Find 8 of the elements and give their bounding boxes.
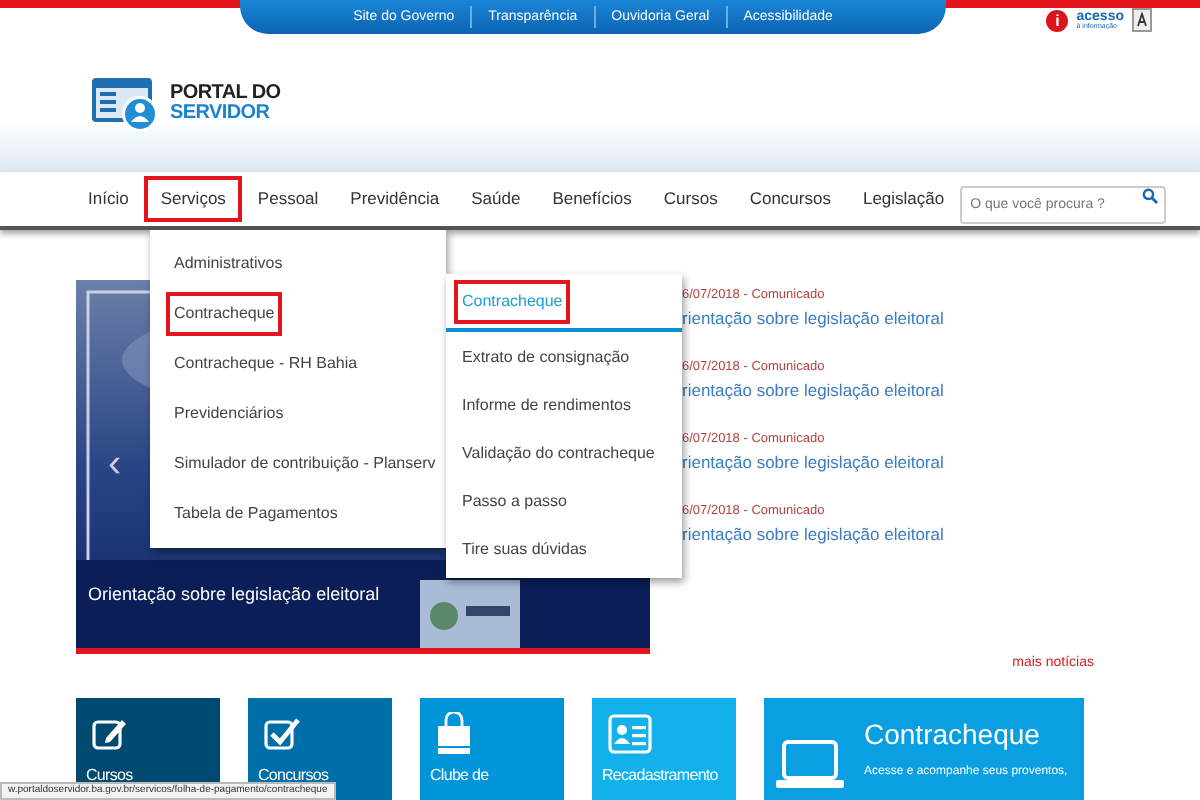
info-mark: i [1046, 9, 1069, 31]
tile-title: Concursos [258, 764, 331, 784]
tile-title: Recadastramento [602, 764, 720, 788]
logo-title: PORTAL DO [170, 84, 281, 104]
logo-title: SERVIDOR [170, 104, 272, 124]
tile-title: Contracheque [864, 716, 1042, 754]
tile-title: Cursos [86, 764, 135, 784]
tile-title: Clube de [430, 764, 491, 788]
